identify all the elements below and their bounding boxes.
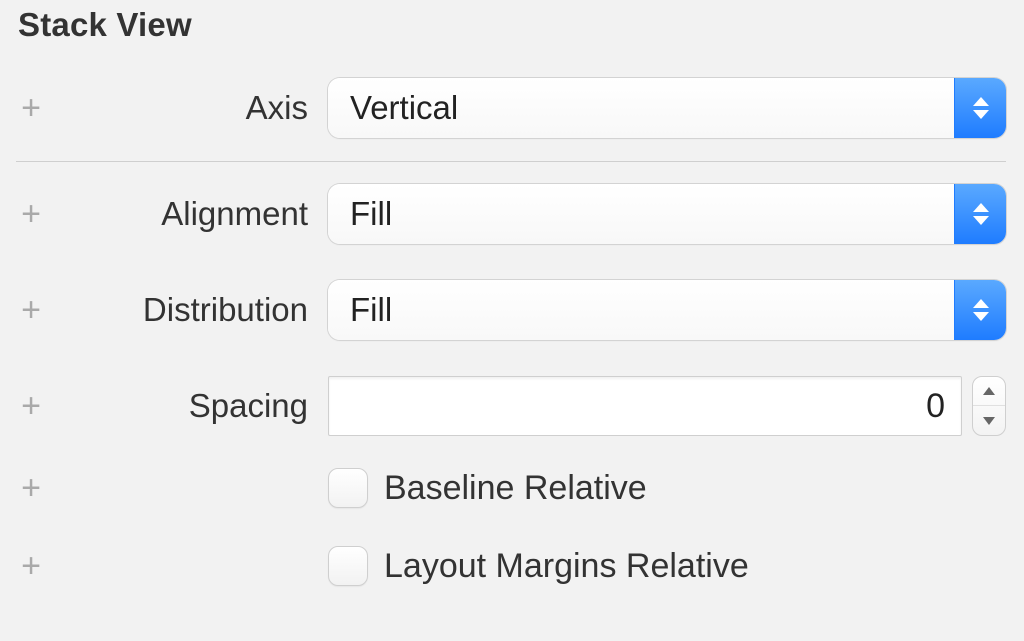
baseline-relative-row: + Baseline Relative	[18, 458, 1006, 518]
stepper-up-icon[interactable]	[973, 377, 1005, 406]
checkbox-icon	[328, 468, 368, 508]
distribution-label: Distribution	[48, 291, 328, 329]
distribution-row: + Distribution Fill	[18, 274, 1006, 346]
distribution-select[interactable]: Fill	[328, 280, 1006, 340]
baseline-relative-label: Baseline Relative	[384, 469, 647, 508]
layout-margins-relative-checkbox[interactable]: Layout Margins Relative	[328, 546, 749, 586]
spacing-stepper[interactable]	[972, 376, 1006, 436]
alignment-label: Alignment	[48, 195, 328, 233]
spacing-row: + Spacing 0	[18, 370, 1006, 442]
axis-select[interactable]: Vertical	[328, 78, 1006, 138]
chevron-up-down-icon	[954, 78, 1006, 138]
axis-row: + Axis Vertical	[18, 72, 1006, 144]
add-property-icon[interactable]: +	[18, 293, 44, 327]
layout-margins-relative-row: + Layout Margins Relative	[18, 536, 1006, 596]
checkbox-icon	[328, 546, 368, 586]
add-property-icon[interactable]: +	[18, 549, 44, 583]
spacing-input[interactable]: 0	[328, 376, 962, 436]
axis-label: Axis	[48, 89, 328, 127]
alignment-select[interactable]: Fill	[328, 184, 1006, 244]
section-title: Stack View	[18, 6, 1006, 44]
alignment-select-value: Fill	[328, 184, 954, 244]
add-property-icon[interactable]: +	[18, 471, 44, 505]
add-property-icon[interactable]: +	[18, 197, 44, 231]
alignment-row: + Alignment Fill	[18, 178, 1006, 250]
chevron-up-down-icon	[954, 280, 1006, 340]
spacing-label: Spacing	[48, 387, 328, 425]
axis-select-value: Vertical	[328, 78, 954, 138]
layout-margins-relative-label: Layout Margins Relative	[384, 547, 749, 586]
add-property-icon[interactable]: +	[18, 389, 44, 423]
add-property-icon[interactable]: +	[18, 91, 44, 125]
distribution-select-value: Fill	[328, 280, 954, 340]
chevron-up-down-icon	[954, 184, 1006, 244]
stepper-down-icon[interactable]	[973, 406, 1005, 435]
baseline-relative-checkbox[interactable]: Baseline Relative	[328, 468, 647, 508]
